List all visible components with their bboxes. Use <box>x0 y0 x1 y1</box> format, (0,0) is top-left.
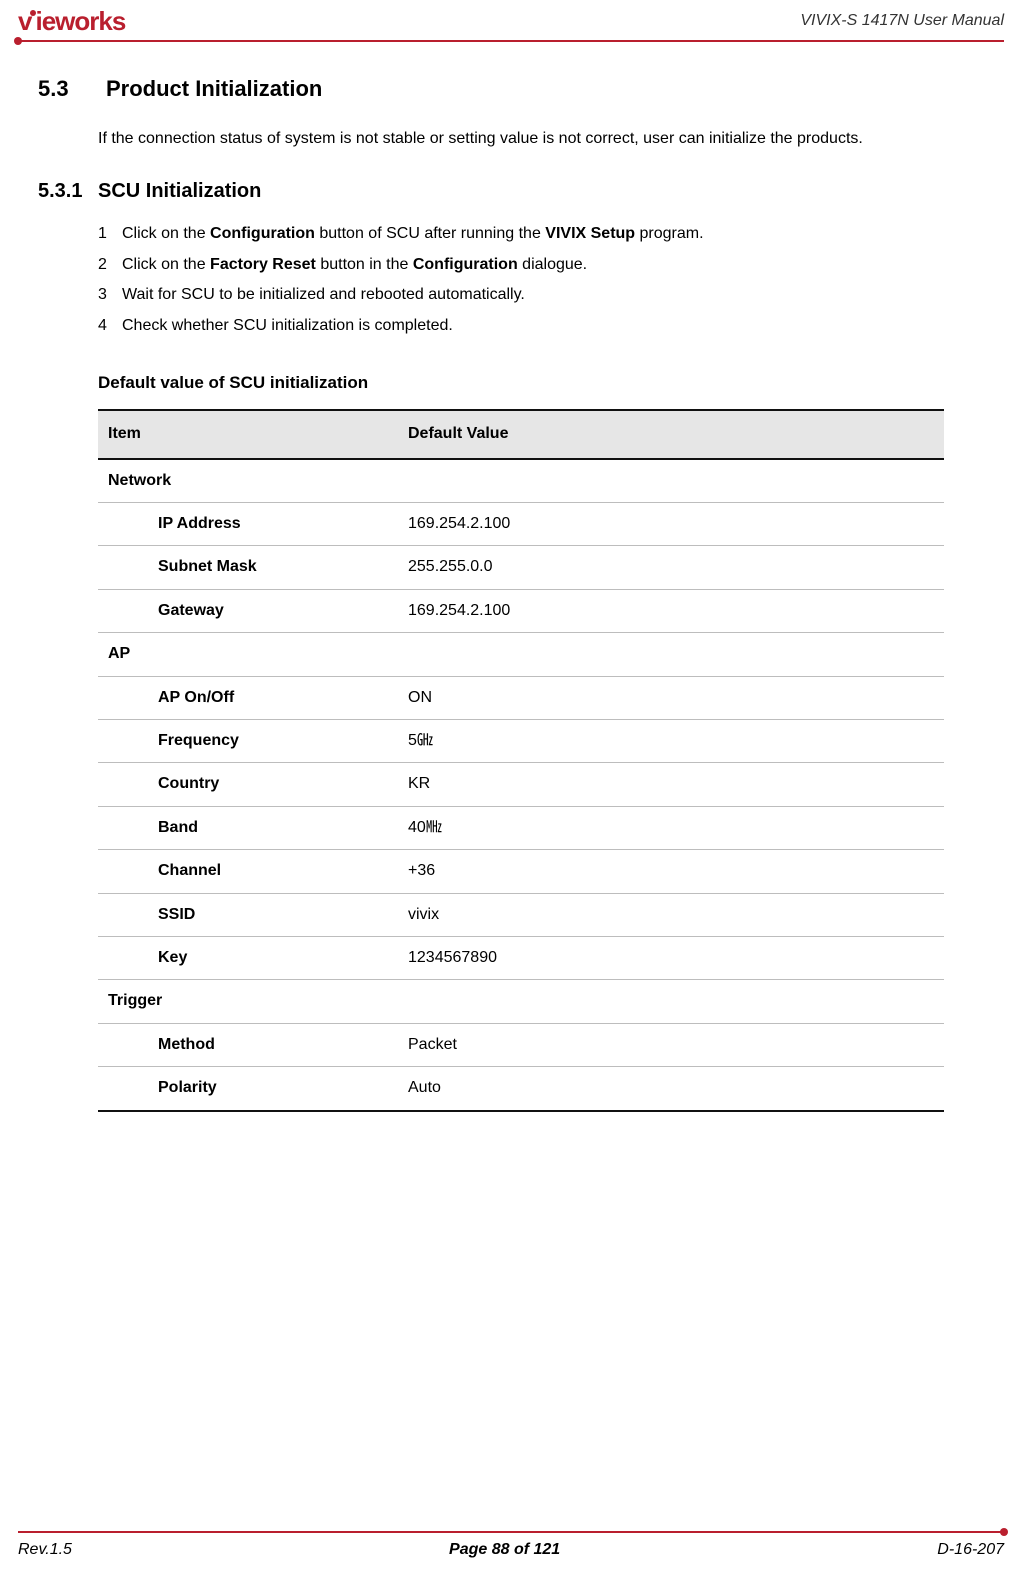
subsection-heading: 5.3.1 SCU Initialization <box>38 180 944 203</box>
step-number: 4 <box>98 311 114 341</box>
section-number: 5.3 <box>38 76 82 102</box>
revision-label: Rev.1.5 <box>18 1541 72 1559</box>
table-row: IP Address169.254.2.100 <box>98 503 944 546</box>
table-row: Key1234567890 <box>98 936 944 979</box>
defaults-table: Item Default Value Network IP Address169… <box>98 409 944 1111</box>
col-value: Default Value <box>398 410 944 458</box>
table-row: AP On/OffON <box>98 676 944 719</box>
table-row: Channel+36 <box>98 850 944 893</box>
page-content: 5.3 Product Initialization If the connec… <box>18 46 1004 1112</box>
page-footer: Rev.1.5 Page 88 of 121 D-16-207 <box>18 1531 1004 1559</box>
step-number: 1 <box>98 219 114 249</box>
section-intro: If the connection status of system is no… <box>98 124 944 154</box>
table-block: Default value of SCU initialization Item… <box>98 367 944 1112</box>
section-heading: 5.3 Product Initialization <box>38 76 944 102</box>
table-row: Subnet Mask255.255.0.0 <box>98 546 944 589</box>
table-row: MethodPacket <box>98 1023 944 1066</box>
page-header: vieworks VIVIX-S 1417N User Manual <box>18 10 1004 46</box>
step-text: Click on the Factory Reset button in the… <box>122 250 587 280</box>
table-row: Gateway169.254.2.100 <box>98 589 944 632</box>
table-row: Band40㎒ <box>98 806 944 849</box>
table-group: Network <box>98 459 944 503</box>
list-item: 4 Check whether SCU initialization is co… <box>98 311 944 341</box>
document-title: VIVIX-S 1417N User Manual <box>800 12 1004 30</box>
table-group: AP <box>98 633 944 676</box>
step-text: Check whether SCU initialization is comp… <box>122 311 453 341</box>
document-number: D-16-207 <box>937 1541 1004 1559</box>
table-group: Trigger <box>98 980 944 1023</box>
list-item: 3 Wait for SCU to be initialized and reb… <box>98 280 944 310</box>
table-header-row: Item Default Value <box>98 410 944 458</box>
table-title: Default value of SCU initialization <box>98 367 944 399</box>
steps-list: 1 Click on the Configuration button of S… <box>98 219 944 341</box>
table-row: Frequency5㎓ <box>98 719 944 762</box>
step-number: 3 <box>98 280 114 310</box>
logo: vieworks <box>18 6 125 37</box>
col-item: Item <box>98 410 398 458</box>
footer-rule <box>18 1531 1004 1533</box>
step-number: 2 <box>98 250 114 280</box>
section-title: Product Initialization <box>106 76 322 102</box>
step-text: Click on the Configuration button of SCU… <box>122 219 704 249</box>
header-rule <box>18 40 1004 42</box>
list-item: 1 Click on the Configuration button of S… <box>98 219 944 249</box>
table-row: SSIDvivix <box>98 893 944 936</box>
step-text: Wait for SCU to be initialized and reboo… <box>122 280 525 310</box>
page-number: Page 88 of 121 <box>449 1541 560 1559</box>
table-row: CountryKR <box>98 763 944 806</box>
list-item: 2 Click on the Factory Reset button in t… <box>98 250 944 280</box>
subsection-number: 5.3.1 <box>38 180 88 203</box>
table-row: PolarityAuto <box>98 1067 944 1111</box>
footer-row: Rev.1.5 Page 88 of 121 D-16-207 <box>18 1541 1004 1559</box>
subsection-title: SCU Initialization <box>98 180 261 203</box>
